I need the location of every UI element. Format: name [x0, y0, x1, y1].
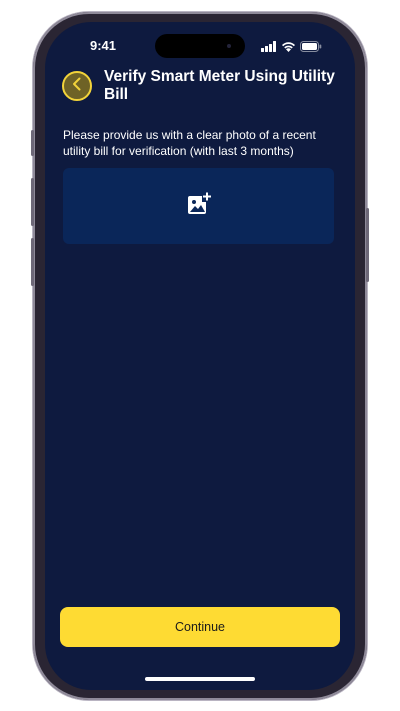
battery-icon: [300, 39, 322, 57]
back-button[interactable]: [62, 71, 92, 101]
status-time: 9:41: [90, 38, 117, 53]
action-button: [31, 130, 34, 156]
camera-dot: [227, 44, 231, 48]
status-icons: [261, 39, 322, 57]
add-photo-icon: [186, 191, 212, 222]
instruction-text: Please provide us with a clear photo of …: [63, 128, 316, 158]
signal-icon: [261, 39, 277, 57]
page-title: Verify Smart Meter Using Utility Bill: [104, 68, 335, 103]
volume-down-button: [31, 238, 34, 286]
photo-upload-area[interactable]: [63, 168, 334, 244]
home-indicator[interactable]: [145, 677, 255, 681]
dynamic-island: [155, 34, 245, 58]
chevron-left-icon: [71, 77, 83, 96]
continue-button[interactable]: Continue: [60, 607, 340, 647]
power-button: [366, 208, 369, 282]
volume-up-button: [31, 178, 34, 226]
wifi-icon: [281, 39, 296, 57]
app-screen: 9:41 Verify Smart Meter Using Utility Bi…: [45, 22, 355, 690]
